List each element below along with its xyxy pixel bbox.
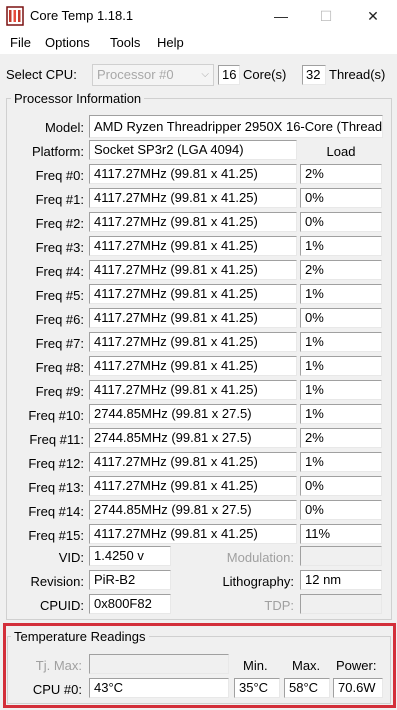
threads-label: Thread(s)	[329, 67, 386, 82]
freq-value: 4117.27MHz (99.81 x 41.25)	[89, 380, 297, 400]
freq-label: Freq #3:	[35, 240, 84, 255]
freq-value: 4117.27MHz (99.81 x 41.25)	[89, 284, 297, 304]
freq-load: 2%	[300, 164, 382, 184]
revision-value: PiR-B2	[89, 570, 171, 590]
freq-label: Freq #11:	[29, 432, 84, 447]
freq-label: Freq #1:	[35, 192, 84, 207]
freq-value: 2744.85MHz (99.81 x 27.5)	[89, 500, 297, 520]
freq-value: 4117.27MHz (99.81 x 41.25)	[89, 236, 297, 256]
freq-label: Freq #9:	[35, 384, 84, 399]
menu-tools[interactable]: Tools	[110, 35, 140, 50]
tdp-label: TDP:	[264, 598, 294, 613]
freq-load: 0%	[300, 308, 382, 328]
processor-info-title: Processor Information	[11, 91, 145, 106]
close-button[interactable]: ✕	[350, 0, 396, 32]
title-bar: Core Temp 1.18.1 — ☐ ✕	[0, 0, 397, 33]
select-cpu-label: Select CPU:	[6, 67, 77, 82]
freq-value: 4117.27MHz (99.81 x 41.25)	[89, 188, 297, 208]
vid-label: VID:	[58, 550, 84, 565]
freq-value: 4117.27MHz (99.81 x 41.25)	[89, 452, 297, 472]
model-value: AMD Ryzen Threadripper 2950X 16-Core (Th…	[89, 115, 383, 138]
lithography-label: Lithography:	[222, 574, 294, 589]
modulation-value	[300, 546, 382, 566]
freq-label: Freq #8:	[35, 360, 84, 375]
freq-label: Freq #0:	[35, 168, 84, 183]
freq-label: Freq #14:	[28, 504, 84, 519]
freq-value: 4117.27MHz (99.81 x 41.25)	[89, 260, 297, 280]
freq-load: 1%	[300, 284, 382, 304]
freq-load: 2%	[300, 260, 382, 280]
chevron-down-icon: ⌵	[201, 69, 209, 80]
freq-label: Freq #10:	[28, 408, 84, 423]
freq-value: 4117.27MHz (99.81 x 41.25)	[89, 212, 297, 232]
menu-file[interactable]: File	[10, 35, 31, 50]
freq-load: 0%	[300, 476, 382, 496]
model-label: Model:	[44, 120, 84, 135]
freq-label: Freq #15:	[28, 528, 84, 543]
cpuid-value: 0x800F82	[89, 594, 171, 614]
freq-value: 4117.27MHz (99.81 x 41.25)	[89, 164, 297, 184]
freq-load: 1%	[300, 380, 382, 400]
freq-label: Freq #13:	[28, 480, 84, 495]
freq-label: Freq #7:	[35, 336, 84, 351]
cpu-select-value: Processor #0	[97, 67, 174, 82]
window-title: Core Temp 1.18.1	[30, 8, 134, 23]
freq-value: 2744.85MHz (99.81 x 27.5)	[89, 428, 297, 448]
freq-label: Freq #2:	[35, 216, 84, 231]
freq-label: Freq #4:	[35, 264, 84, 279]
freq-label: Freq #5:	[35, 288, 84, 303]
revision-label: Revision:	[30, 574, 84, 589]
freq-load: 1%	[300, 236, 382, 256]
freq-value: 4117.27MHz (99.81 x 41.25)	[89, 476, 297, 496]
maximize-button[interactable]: ☐	[303, 0, 349, 32]
freq-load: 1%	[300, 356, 382, 376]
platform-label: Platform:	[31, 144, 84, 159]
freq-load: 11%	[300, 524, 382, 544]
freq-label: Freq #12:	[28, 456, 84, 471]
platform-value: Socket SP3r2 (LGA 4094)	[89, 140, 297, 160]
cores-label: Core(s)	[243, 67, 287, 82]
freq-value: 4117.27MHz (99.81 x 41.25)	[89, 308, 297, 328]
menu-options[interactable]: Options	[45, 35, 90, 50]
modulation-label: Modulation:	[226, 550, 294, 565]
freq-value: 4117.27MHz (99.81 x 41.25)	[89, 356, 297, 376]
menu-help[interactable]: Help	[157, 35, 184, 50]
freq-load: 0%	[300, 188, 382, 208]
cpuid-label: CPUID:	[39, 598, 84, 613]
freq-load: 1%	[300, 404, 382, 424]
freq-label: Freq #6:	[35, 312, 84, 327]
cpu-select-dropdown[interactable]: Processor #0 ⌵	[92, 64, 214, 86]
menu-bar: File Options Tools Help	[0, 32, 397, 54]
load-header: Load	[326, 144, 356, 159]
freq-load: 1%	[300, 332, 382, 352]
vid-value: 1.4250 v	[89, 546, 171, 566]
freq-value: 2744.85MHz (99.81 x 27.5)	[89, 404, 297, 424]
freq-load: 0%	[300, 212, 382, 232]
tdp-value	[300, 594, 382, 614]
core-temp-app-icon	[6, 6, 24, 26]
minimize-button[interactable]: —	[258, 0, 304, 32]
freq-load: 0%	[300, 500, 382, 520]
freq-load: 2%	[300, 428, 382, 448]
temperature-highlight-box	[3, 623, 396, 708]
lithography-value: 12 nm	[300, 570, 382, 590]
freq-value: 4117.27MHz (99.81 x 41.25)	[89, 332, 297, 352]
freq-load: 1%	[300, 452, 382, 472]
cores-count: 16	[218, 65, 240, 85]
freq-value: 4117.27MHz (99.81 x 41.25)	[89, 524, 297, 544]
threads-count: 32	[302, 65, 326, 85]
